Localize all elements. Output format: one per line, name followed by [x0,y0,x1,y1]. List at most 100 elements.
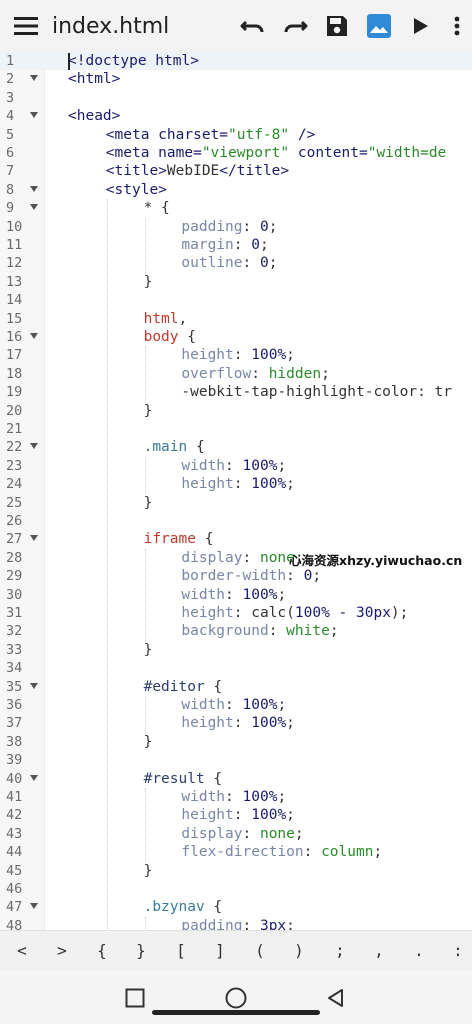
code-line[interactable]: 1 <!doctype html> [0,52,472,71]
code-line[interactable]: 3 [0,89,472,107]
code-editor[interactable]: 1 <!doctype html> 2 <html> 3 4 <head> 5 <meta ch… [0,52,472,930]
code-line[interactable]: 46 [0,880,472,898]
symbol-key[interactable]: ] [202,931,238,971]
code-line[interactable]: 7 <title>WebIDE</title> [0,162,472,180]
code-line[interactable]: 32 background: white; [0,622,472,640]
code-line[interactable]: 20} [0,402,472,420]
symbol-key[interactable]: ) [281,931,317,971]
code-text: outline: 0; [181,254,277,272]
code-line[interactable]: 19 -webkit-tap-highlight-color: tr [0,383,472,401]
code-line[interactable]: 27 iframe { [0,530,472,548]
code-token: { [178,329,196,345]
code-line[interactable]: 17 height: 100%; [0,346,472,364]
code-line[interactable]: 18 overflow: hidden; [0,365,472,383]
code-line[interactable]: 47 .bzynav { [0,898,472,916]
symbol-key[interactable]: } [123,931,159,971]
code-line[interactable]: 22 .main { [0,438,472,456]
undo-button[interactable] [232,0,274,52]
code-line[interactable]: 31 height: calc(100% - 30px); [0,604,472,622]
code-text: height: 100%; [181,714,295,732]
code-line[interactable]: 5 <meta charset="utf-8" /> [0,126,472,144]
code-line[interactable]: 43 display: none; [0,825,472,843]
code-line[interactable]: 9 * { [0,199,472,217]
code-line[interactable]: 11 margin: 0; [0,236,472,254]
code-line[interactable]: 33} [0,641,472,659]
code-line[interactable]: 37 height: 100%; [0,714,472,732]
code-line[interactable]: 2 <html> [0,70,472,88]
symbol-key[interactable]: { [84,931,120,971]
code-token: 100% [242,586,278,603]
line-number: 27 [6,531,23,548]
fold-arrow-icon[interactable] [30,185,38,192]
code-line[interactable]: 13} [0,273,472,291]
menu-button[interactable] [0,0,52,52]
code-line[interactable]: 8 <style> [0,181,472,199]
fold-arrow-icon[interactable] [30,443,38,450]
code-token: ; [286,807,295,824]
gesture-home-bar[interactable] [152,1010,320,1015]
fold-arrow-icon[interactable] [30,333,38,339]
recents-button[interactable] [113,980,157,1016]
code-line[interactable]: 29 border-width: 0; [0,567,472,585]
code-line[interactable]: 25} [0,494,472,512]
code-line[interactable]: 45} [0,862,472,880]
symbol-key[interactable]: > [44,931,80,971]
line-number: 29 [6,568,23,585]
code-line[interactable]: 39 [0,751,472,769]
code-line[interactable]: 38} [0,733,472,751]
code-line[interactable]: 12 outline: 0; [0,254,472,272]
code-line[interactable]: 44 flex-direction: column; [0,843,472,861]
code-line[interactable]: 10 padding: 0; [0,218,472,236]
code-line[interactable]: 48 padding: 3px; [0,917,472,930]
redo-button[interactable] [274,0,316,52]
symbol-key[interactable]: : [440,931,472,971]
symbol-key[interactable]: [ [163,931,199,971]
line-number: 7 [6,163,15,180]
more-options-button[interactable] [442,0,472,52]
back-button[interactable] [314,980,358,1016]
code-line[interactable]: 24 height: 100%; [0,475,472,493]
code-line[interactable]: 42 height: 100%; [0,806,472,824]
symbol-key[interactable]: , [361,931,397,971]
code-line[interactable]: 15 html, [0,310,472,328]
code-line[interactable]: 23 width: 100%; [0,457,472,475]
symbol-key[interactable]: ( [242,931,278,971]
recents-square-icon [125,988,145,1008]
symbol-bar: < >{}[]();,.: [0,930,472,971]
code-line[interactable]: 26 [0,512,472,530]
code-line[interactable]: 16 body { [0,328,472,346]
insert-image-button[interactable] [358,0,400,52]
run-button[interactable] [400,0,442,52]
code-token: white [286,623,330,640]
line-number: 48 [6,917,23,930]
code-line[interactable]: 4 <head> [0,107,472,125]
code-token: ); [390,605,409,621]
code-line[interactable]: 36 width: 100%; [0,696,472,714]
fold-arrow-icon[interactable] [30,75,38,82]
save-button[interactable] [316,0,358,52]
code-line[interactable]: 14 [0,291,472,309]
symbol-key[interactable]: < [4,931,40,971]
symbol-key[interactable]: . [401,931,437,971]
code-line[interactable]: 41 width: 100%; [0,788,472,806]
code-line[interactable]: 35 #editor { [0,678,472,696]
line-number: 4 [6,108,15,125]
code-token: "utf-8" [228,126,290,143]
fold-arrow-icon[interactable] [30,535,38,542]
code-line[interactable]: 40 #result { [0,770,472,788]
fold-arrow-icon[interactable] [30,682,38,689]
fold-arrow-icon[interactable] [30,903,38,910]
symbol-key[interactable]: ; [322,931,358,971]
fold-arrow-icon[interactable] [30,774,38,781]
code-token: : [251,365,269,382]
code-text: height: 100%; [181,475,295,493]
text-cursor [68,53,70,70]
code-token: "width=de [367,145,447,161]
fold-arrow-icon[interactable] [30,112,38,119]
code-line[interactable]: 21 [0,420,472,438]
code-line[interactable]: 34 [0,659,472,677]
code-line[interactable]: 6 <meta name="viewport" content="width=de [0,144,472,162]
fold-arrow-icon[interactable] [30,204,38,211]
code-line[interactable]: 30 width: 100%; [0,586,472,604]
file-title: index.html [52,13,170,39]
